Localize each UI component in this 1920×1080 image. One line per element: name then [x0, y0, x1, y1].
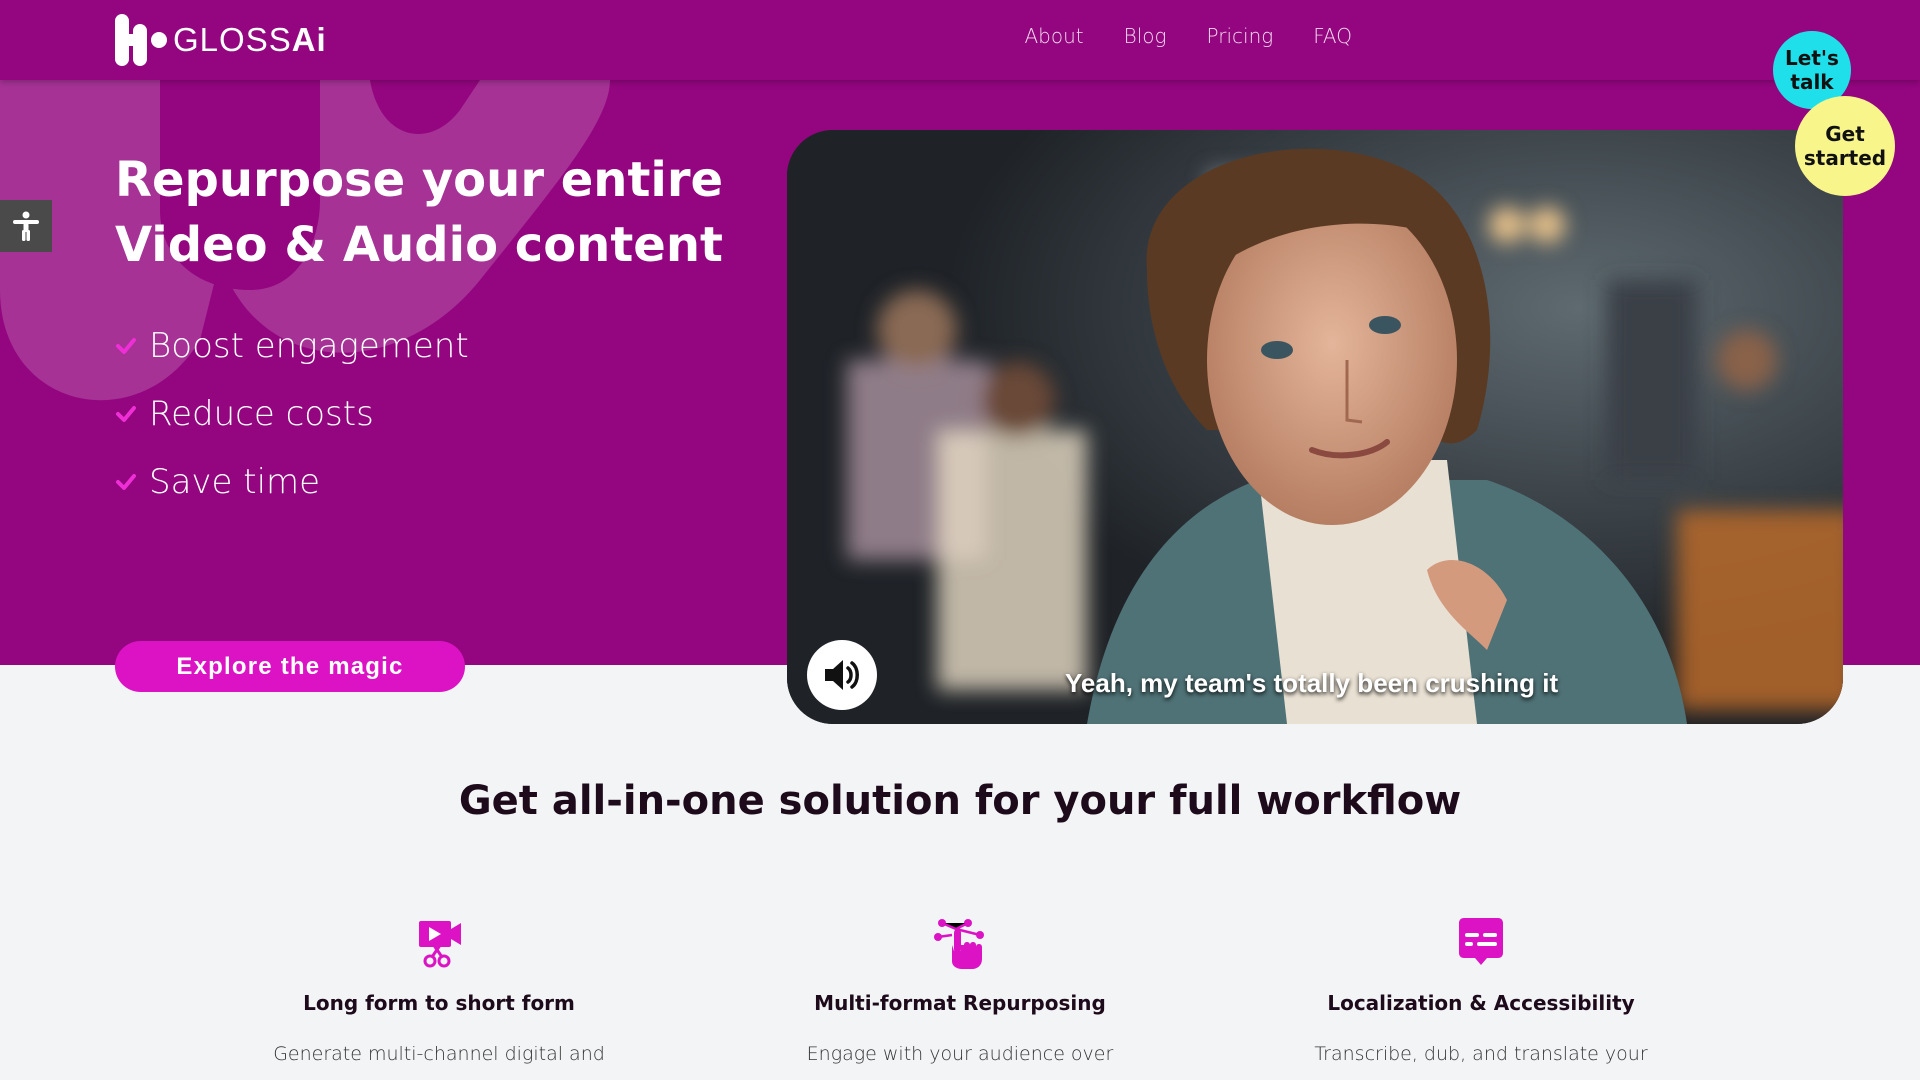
section-title: Get all-in-one solution for your full wo…	[458, 778, 1462, 824]
nav-pricing[interactable]: Pricing	[1207, 24, 1274, 48]
feature-label: Reduce costs	[149, 394, 374, 434]
site-header: GLOSSAi About Blog Pricing FAQ	[0, 0, 1920, 80]
feature-label: Save time	[149, 462, 321, 502]
main-nav: About Blog Pricing FAQ	[1025, 24, 1353, 48]
hero-feature-list: Boost engagement Reduce costs Save time	[115, 312, 469, 516]
check-icon	[116, 338, 136, 354]
card-description: Generate multi-channel digital and	[273, 1043, 605, 1065]
video-frame-image	[787, 130, 1843, 724]
card-description: Engage with your audience over	[806, 1043, 1114, 1065]
check-icon	[116, 474, 136, 490]
feature-card-localization[interactable]: Localization & Accessibility Transcribe,…	[1221, 915, 1741, 1069]
card-title: Localization & Accessibility	[1327, 991, 1635, 1015]
video-caption: Yeah, my team's totally been crushing it	[1065, 668, 1559, 698]
card-title: Long form to short form	[303, 991, 575, 1015]
logo-text: GLOSSAi	[173, 21, 327, 58]
speaker-icon	[825, 660, 859, 690]
sound-toggle-button[interactable]	[807, 640, 877, 710]
list-item: Reduce costs	[115, 380, 469, 448]
list-item: Boost engagement	[115, 312, 469, 380]
feature-card-multi-format[interactable]: Multi-format Repurposing Engage with you…	[700, 915, 1220, 1069]
nav-about[interactable]: About	[1025, 24, 1084, 48]
list-item: Save time	[115, 448, 469, 516]
logo-mark-icon	[115, 14, 167, 66]
feature-label: Boost engagement	[149, 326, 469, 366]
hero-video-player[interactable]: Yeah, my team's totally been crushing it	[787, 130, 1843, 724]
feature-card-long-to-short[interactable]: Long form to short form Generate multi-c…	[179, 915, 699, 1069]
brand-logo[interactable]: GLOSSAi	[115, 14, 327, 66]
card-title: Multi-format Repurposing	[814, 991, 1106, 1015]
hero-title: Repurpose your entire Video & Audio cont…	[115, 152, 724, 273]
nav-blog[interactable]: Blog	[1124, 24, 1167, 48]
accessibility-person-icon	[13, 211, 39, 241]
accessibility-toggle[interactable]	[0, 200, 52, 252]
hand-pointer-network-icon	[934, 919, 984, 969]
card-description: Transcribe, dub, and translate your	[1314, 1043, 1648, 1065]
nav-faq[interactable]: FAQ	[1313, 24, 1352, 48]
video-scissors-icon	[419, 921, 461, 968]
get-started-button[interactable]: Get started	[1795, 96, 1895, 196]
explore-magic-button[interactable]: Explore the magic	[115, 641, 465, 692]
subtitles-chat-icon	[1459, 918, 1503, 965]
check-icon	[116, 406, 136, 422]
